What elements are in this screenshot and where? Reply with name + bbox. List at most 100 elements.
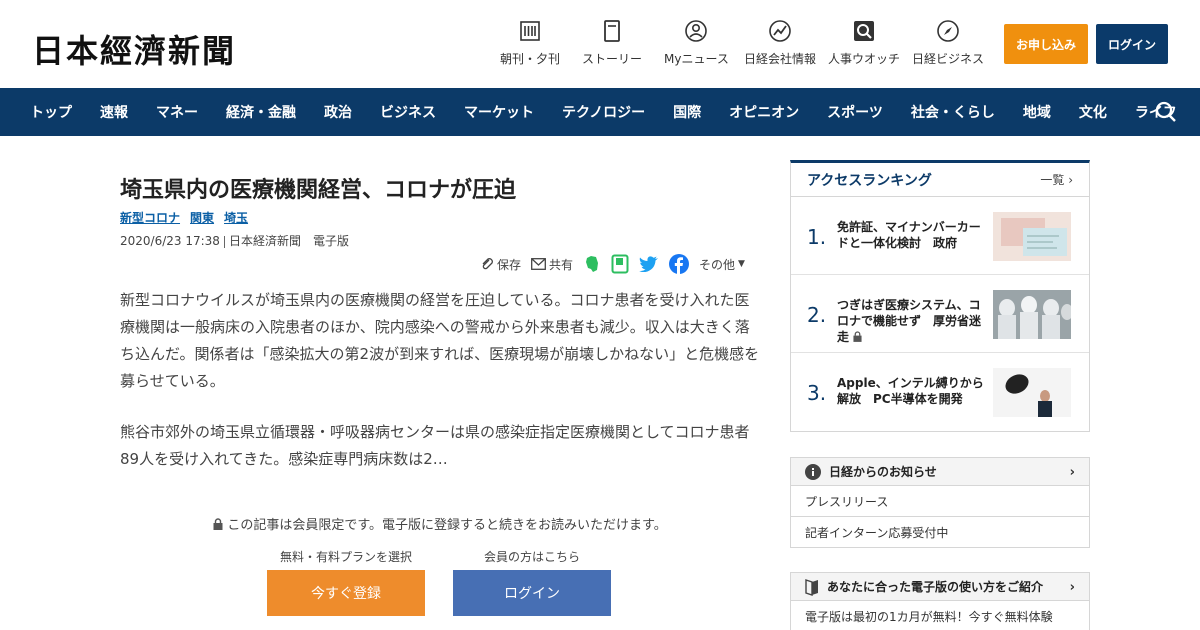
ranking-number: 1. <box>807 225 827 249</box>
member-only-note: この記事は会員限定です。電子版に登録すると続きをお読みいただけます。 <box>0 514 880 533</box>
nav-label: Myニュース <box>664 52 729 66</box>
navbar-item[interactable]: マーケット <box>464 102 534 122</box>
member-note-text: この記事は会員限定です。電子版に登録すると続きをお読みいただけます。 <box>227 518 667 533</box>
ranking-number: 2. <box>807 303 827 327</box>
article-title: 埼玉県内の医療機関経営、コロナが圧迫 <box>120 178 517 203</box>
navbar-item[interactable]: 速報 <box>100 102 128 122</box>
navbar-item[interactable]: 経済・金融 <box>226 102 296 122</box>
article-source: 日本経済新聞 電子版 <box>228 234 349 248</box>
notice-link[interactable]: プレスリリース <box>791 486 1089 517</box>
notices-header[interactable]: 日経からのお知らせ › <box>791 458 1089 486</box>
nav-company-info[interactable]: 日経会社情報 <box>744 20 816 67</box>
article-tags: 新型コロナ 関東 埼玉 <box>120 209 248 226</box>
trial-link[interactable]: 電子版は最初の1カ月が無料！今すぐ無料体験 <box>791 601 1089 630</box>
ranking-item[interactable]: 2. つぎはぎ医療システム、コロナで機能せず 厚労省迷走 <box>791 275 1089 353</box>
ranking-item[interactable]: 1. 免許証、マイナンバーカードと一体化検討 政府 <box>791 197 1089 275</box>
info-icon <box>805 463 821 480</box>
presenter-thumbnail <box>993 368 1071 417</box>
share-button[interactable]: 共有 <box>531 256 573 273</box>
search-person-icon <box>853 20 875 42</box>
ranking-header: アクセスランキング 一覧 › <box>791 163 1089 197</box>
newspaper-icon <box>519 20 541 42</box>
login-button[interactable]: ログイン <box>453 570 611 616</box>
clip-icon <box>482 258 493 270</box>
chevron-right-icon: › <box>1069 580 1075 595</box>
search-icon[interactable] <box>1154 100 1178 124</box>
tag-link[interactable]: 新型コロナ <box>120 209 180 226</box>
share-label: 共有 <box>549 257 574 272</box>
header-login-button[interactable]: ログイン <box>1096 24 1168 64</box>
register-caption: 無料・有料プランを選択 <box>279 550 412 564</box>
nav-nikkei-business[interactable]: 日経ビジネス <box>912 20 984 67</box>
more-share-button[interactable]: その他 ▼ <box>699 256 745 273</box>
compass-icon <box>937 20 959 42</box>
tag-link[interactable]: 関東 <box>190 209 214 226</box>
lock-icon <box>213 518 227 533</box>
nikkei-notices: 日経からのお知らせ › プレスリリース 記者インターン応募受付中 <box>790 457 1090 548</box>
ranking-headline: つぎはぎ医療システム、コロナで機能せず 厚労省迷走 <box>837 298 982 344</box>
medical-staff-thumbnail <box>993 290 1071 339</box>
caret-down-icon: ▼ <box>738 259 745 269</box>
notices-title: 日経からのお知らせ <box>829 465 937 479</box>
chart-icon <box>769 20 791 42</box>
usage-guide-header[interactable]: あなたに合った電子版の使い方をご紹介 › <box>791 573 1089 601</box>
article-meta: 2020/6/23 17:38 日本経済新聞 電子版 <box>120 232 349 249</box>
license-card-thumbnail <box>993 212 1071 261</box>
register-button[interactable]: 今すぐ登録 <box>267 570 425 616</box>
evernote-icon[interactable] <box>583 255 601 273</box>
notice-link[interactable]: 記者インターン応募受付中 <box>791 517 1089 548</box>
divider <box>223 235 225 248</box>
article-date: 2020/6/23 17:38 <box>120 234 220 248</box>
navbar-item[interactable]: マネー <box>156 102 198 122</box>
ranking-item[interactable]: 3. Apple、インテル縛りから解放 PC半導体を開発 <box>791 353 1089 431</box>
nav-label: 日経ビジネス <box>912 52 985 66</box>
nav-jinji-watch[interactable]: 人事ウオッチ <box>828 20 900 67</box>
story-icon <box>601 20 623 42</box>
nav-label: 人事ウオッチ <box>828 52 901 66</box>
book-icon <box>805 578 818 596</box>
navbar-item[interactable]: 政治 <box>324 102 352 122</box>
navbar-item[interactable]: 社会・くらし <box>911 102 995 122</box>
more-label: その他 <box>699 257 736 272</box>
usage-guide: あなたに合った電子版の使い方をご紹介 › 電子版は最初の1カ月が無料！今すぐ無料… <box>790 572 1090 630</box>
article-paragraph: 新型コロナウイルスが埼玉県内の医療機関の経営を圧迫している。コロナ患者を受け入れ… <box>120 291 760 390</box>
lock-icon <box>853 331 862 342</box>
chevron-right-icon: › <box>1069 465 1075 480</box>
tag-link[interactable]: 埼玉 <box>224 209 248 226</box>
navbar-item[interactable]: スポーツ <box>827 102 883 122</box>
facebook-icon[interactable] <box>669 254 690 274</box>
login-caption: 会員の方はこちら <box>483 550 580 564</box>
navbar-item[interactable]: 地域 <box>1023 102 1051 122</box>
navbar-item[interactable]: ビジネス <box>380 102 436 122</box>
navbar-item[interactable]: 国際 <box>673 102 701 122</box>
nav-label: 日経会社情報 <box>744 52 817 66</box>
site-header: 日本經濟新聞 朝刊・夕刊 ストーリー Myニュース 日経会社情報 人事ウオッチ <box>0 0 1200 88</box>
ranking-number: 3. <box>807 381 827 405</box>
ranking-title: アクセスランキング <box>807 172 932 189</box>
apply-button[interactable]: お申し込み <box>1004 24 1088 64</box>
navbar-item[interactable]: 文化 <box>1079 102 1107 122</box>
save-label: 保存 <box>497 257 522 272</box>
usage-guide-title: あなたに合った電子版の使い方をご紹介 <box>827 580 1044 594</box>
article-paragraph: 熊谷市郊外の埼玉県立循環器・呼吸器病センターは県の感染症指定医療機関としてコロナ… <box>120 423 750 468</box>
memo-icon[interactable] <box>611 254 629 274</box>
mail-icon <box>531 258 546 270</box>
nav-label: 朝刊・夕刊 <box>500 52 561 66</box>
ranking-headline: 免許証、マイナンバーカードと一体化検討 政府 <box>837 220 981 250</box>
share-toolbar: 保存 共有 その他 ▼ <box>480 254 760 274</box>
navbar-item[interactable]: テクノロジー <box>562 102 645 122</box>
navbar-item[interactable]: オピニオン <box>729 102 799 122</box>
nav-story[interactable]: ストーリー <box>582 20 642 67</box>
person-icon <box>685 20 708 42</box>
main-navbar: トップ 速報 マネー 経済・金融 政治 ビジネス マーケット テクノロジー 国際… <box>0 88 1200 136</box>
nav-my-news[interactable]: Myニュース <box>664 20 729 67</box>
access-ranking: アクセスランキング 一覧 › 1. 免許証、マイナンバーカードと一体化検討 政府… <box>790 160 1090 432</box>
ranking-headline: Apple、インテル縛りから解放 PC半導体を開発 <box>837 376 984 406</box>
save-button[interactable]: 保存 <box>480 256 521 273</box>
nav-chokan-yukan[interactable]: 朝刊・夕刊 <box>500 20 560 67</box>
site-logo[interactable]: 日本經濟新聞 <box>32 26 236 72</box>
nav-label: ストーリー <box>582 52 643 66</box>
ranking-more-link[interactable]: 一覧 › <box>1040 171 1073 188</box>
navbar-item[interactable]: トップ <box>30 102 72 122</box>
twitter-icon[interactable] <box>639 256 659 272</box>
